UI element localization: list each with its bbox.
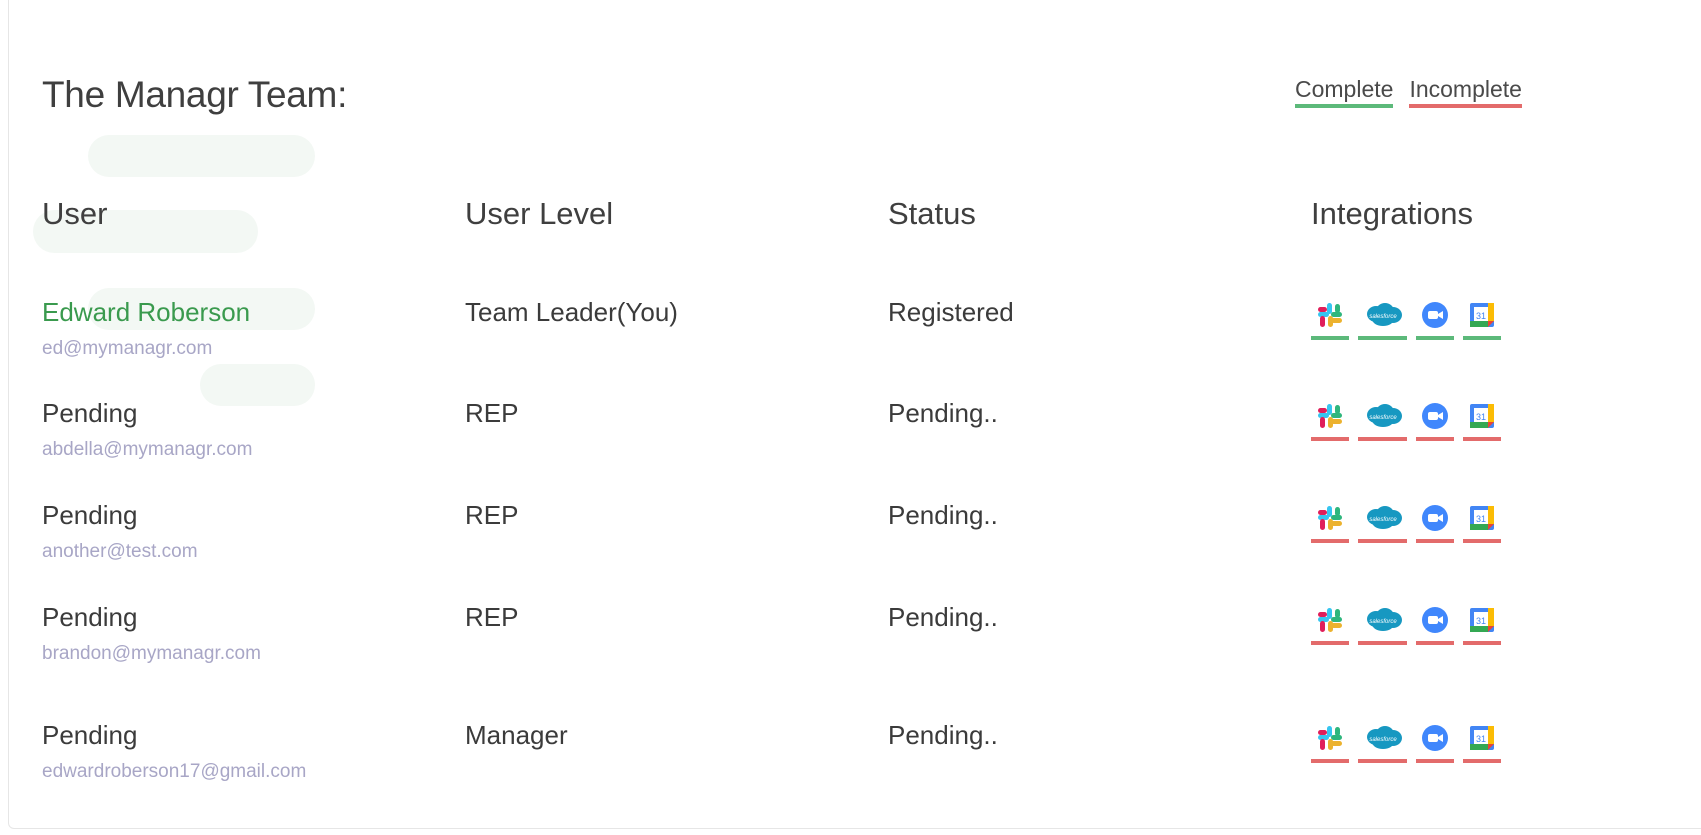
user-status: Pending.. — [888, 602, 998, 632]
user-name: Pending — [42, 602, 138, 632]
legend-incomplete: Incomplete — [1409, 76, 1522, 108]
page-title: The Managr Team: — [42, 74, 348, 115]
svg-text:31: 31 — [1476, 514, 1486, 524]
ghost-shape — [200, 364, 315, 406]
legend-complete: Complete — [1295, 76, 1394, 108]
svg-text:salesforce: salesforce — [1369, 737, 1397, 743]
user-email: another@test.com — [42, 541, 198, 562]
salesforce-icon[interactable]: salesforce — [1358, 398, 1407, 441]
integration-icons: salesforce 31 — [1311, 720, 1501, 763]
user-level: REP — [465, 602, 519, 632]
user-name: Pending — [42, 500, 138, 530]
google-calendar-icon[interactable]: 31 — [1463, 398, 1501, 441]
user-level: REP — [465, 500, 519, 530]
column-header-integrations: Integrations — [1311, 196, 1473, 231]
integration-icons: salesforce 31 — [1311, 500, 1501, 543]
svg-text:salesforce: salesforce — [1369, 314, 1397, 320]
user-name: Pending — [42, 720, 138, 750]
integration-icons: salesforce 31 — [1311, 602, 1501, 645]
svg-text:31: 31 — [1476, 412, 1486, 422]
slack-icon[interactable] — [1311, 398, 1349, 441]
user-email: ed@mymanagr.com — [42, 338, 213, 359]
ghost-shape — [88, 135, 315, 177]
status-legend: Complete Incomplete — [1295, 76, 1522, 108]
user-name[interactable]: Edward Roberson — [42, 297, 250, 328]
column-header-user: User — [42, 196, 108, 231]
integration-icons: salesforce 31 — [1311, 297, 1501, 340]
google-calendar-icon[interactable]: 31 — [1463, 297, 1501, 340]
salesforce-icon[interactable]: salesforce — [1358, 720, 1407, 763]
svg-text:31: 31 — [1476, 311, 1486, 321]
user-email: edwardroberson17@gmail.com — [42, 761, 307, 782]
user-status: Pending.. — [888, 500, 998, 530]
svg-text:31: 31 — [1476, 616, 1486, 626]
user-email: abdella@mymanagr.com — [42, 439, 253, 460]
user-status: Pending.. — [888, 720, 998, 750]
svg-text:salesforce: salesforce — [1369, 619, 1397, 625]
user-status: Pending.. — [888, 398, 998, 428]
user-status: Registered — [888, 297, 1014, 327]
zoom-icon[interactable] — [1416, 602, 1454, 645]
slack-icon[interactable] — [1311, 500, 1349, 543]
slack-icon[interactable] — [1311, 297, 1349, 340]
slack-icon[interactable] — [1311, 720, 1349, 763]
svg-text:31: 31 — [1476, 734, 1486, 744]
column-header-user-level: User Level — [465, 196, 614, 231]
zoom-icon[interactable] — [1416, 297, 1454, 340]
column-header-status: Status — [888, 196, 976, 231]
google-calendar-icon[interactable]: 31 — [1463, 500, 1501, 543]
slack-icon[interactable] — [1311, 602, 1349, 645]
zoom-icon[interactable] — [1416, 500, 1454, 543]
salesforce-icon[interactable]: salesforce — [1358, 500, 1407, 543]
integration-icons: salesforce 31 — [1311, 398, 1501, 441]
user-level: Team Leader(You) — [465, 297, 678, 327]
salesforce-icon[interactable]: salesforce — [1358, 297, 1407, 340]
zoom-icon[interactable] — [1416, 720, 1454, 763]
user-level: Manager — [465, 720, 568, 750]
zoom-icon[interactable] — [1416, 398, 1454, 441]
google-calendar-icon[interactable]: 31 — [1463, 602, 1501, 645]
salesforce-icon[interactable]: salesforce — [1358, 602, 1407, 645]
svg-text:salesforce: salesforce — [1369, 517, 1397, 523]
google-calendar-icon[interactable]: 31 — [1463, 720, 1501, 763]
user-level: REP — [465, 398, 519, 428]
user-name: Pending — [42, 398, 138, 428]
svg-text:salesforce: salesforce — [1369, 415, 1397, 421]
user-email: brandon@mymanagr.com — [42, 643, 261, 664]
